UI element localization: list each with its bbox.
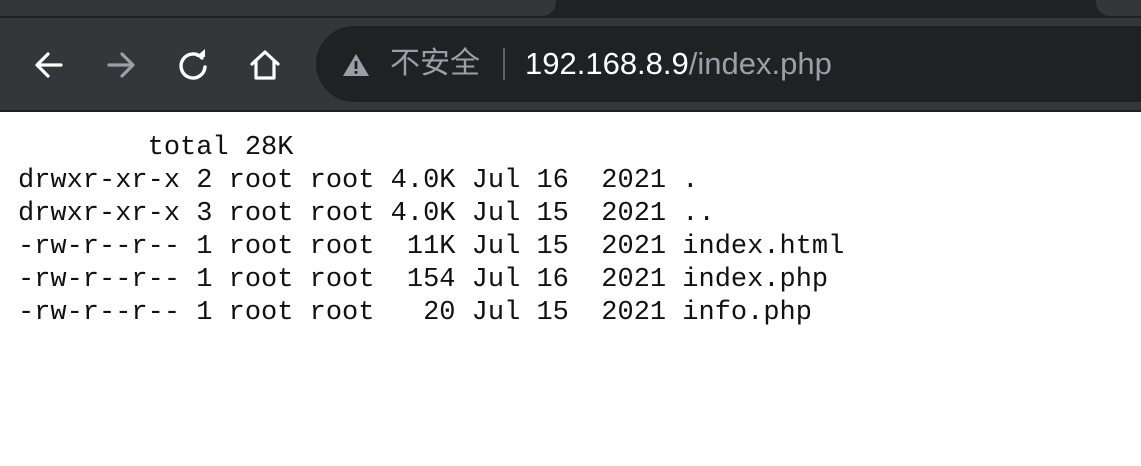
new-tab-area[interactable] [1096,0,1141,16]
back-button[interactable] [29,45,69,85]
reload-icon [179,49,207,80]
listing-row: drwxr-xr-x 2 root root 4.0K Jul 16 2021 … [18,166,699,196]
home-icon [250,50,280,80]
directory-listing: total 28K drwxr-xr-x 2 root root 4.0K Ju… [18,132,844,330]
address-bar[interactable]: 不安全 192.168.8.9/index.php [316,26,1141,102]
tab-strip [0,0,1141,18]
browser-toolbar: 不安全 192.168.8.9/index.php [0,18,1141,111]
listing-row: -rw-r--r-- 1 root root 20 Jul 15 2021 in… [18,298,812,328]
warning-icon[interactable] [342,52,370,78]
listing-row: -rw-r--r-- 1 root root 11K Jul 15 2021 i… [18,232,845,262]
reload-button[interactable] [173,45,213,85]
address-divider [503,48,505,80]
listing-row: -rw-r--r-- 1 root root 154 Jul 16 2021 i… [18,265,829,295]
home-button[interactable] [245,45,285,85]
browser-tab[interactable] [0,0,556,16]
url-text[interactable]: 192.168.8.9/index.php [525,44,832,84]
security-status-label[interactable]: 不安全 [390,44,480,84]
forward-button[interactable] [101,45,141,85]
listing-total-line: total 28K [18,133,294,163]
listing-row: drwxr-xr-x 3 root root 4.0K Jul 15 2021 … [18,199,715,229]
arrow-right-icon [107,52,135,78]
toolbar-divider [0,110,1141,112]
arrow-left-icon [35,52,63,78]
url-path: /index.php [688,46,832,81]
url-host: 192.168.8.9 [525,46,689,81]
